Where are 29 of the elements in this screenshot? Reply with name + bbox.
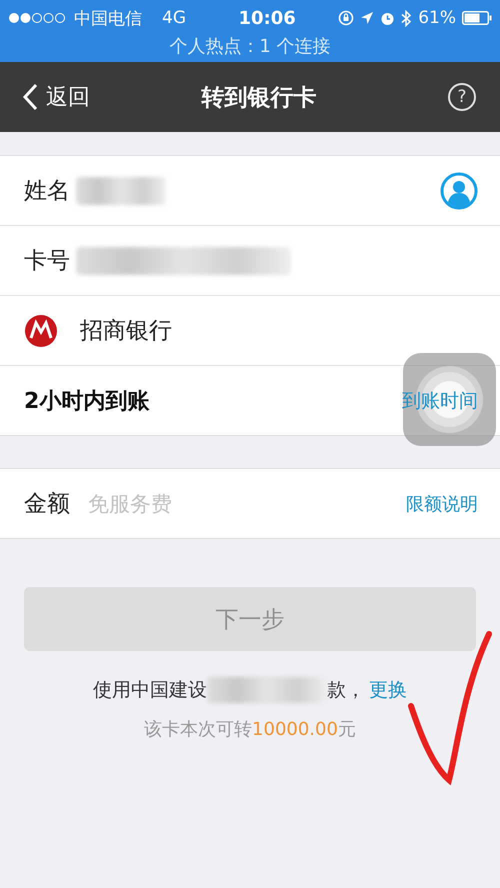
payment-card-text: 使用中国建设 — [93, 678, 207, 703]
network-type: 4G — [162, 8, 186, 28]
arrival-time-label: 2小时内到账 — [24, 388, 150, 416]
field-label: 卡号 — [24, 247, 70, 276]
signal-dots-icon — [8, 12, 68, 24]
rotation-lock-icon — [338, 10, 354, 26]
location-arrow-icon — [360, 11, 374, 25]
payment-card-text: 款， — [327, 678, 365, 703]
page-title: 转到银行卡 — [202, 84, 316, 112]
arrival-time-link[interactable]: 到账时间 — [402, 388, 478, 414]
bluetooth-icon — [401, 10, 412, 26]
clock-time: 10:06 — [238, 8, 296, 28]
contact-person-icon[interactable] — [440, 172, 478, 210]
chevron-left-icon — [22, 83, 38, 111]
battery-percent: 61% — [418, 8, 456, 28]
field-label: 金额 — [24, 490, 70, 519]
change-card-link[interactable]: 更换 — [369, 677, 407, 703]
assistive-touch-button[interactable] — [403, 353, 496, 446]
field-label: 姓名 — [24, 177, 70, 206]
help-button[interactable]: ? — [448, 83, 476, 111]
battery-icon — [462, 11, 492, 25]
bank-logo-icon — [24, 314, 58, 348]
bank-name: 招商银行 — [80, 317, 172, 346]
back-button[interactable]: 返回 — [22, 82, 90, 112]
transfer-limit-text: 该卡本次可转10000.00元 — [144, 718, 356, 741]
hotspot-banner[interactable]: 个人热点：1 个连接 — [0, 34, 500, 58]
carrier-name: 中国电信 — [74, 8, 142, 30]
limit-info-link[interactable]: 限额说明 — [406, 492, 478, 516]
alarm-clock-icon — [380, 10, 396, 26]
